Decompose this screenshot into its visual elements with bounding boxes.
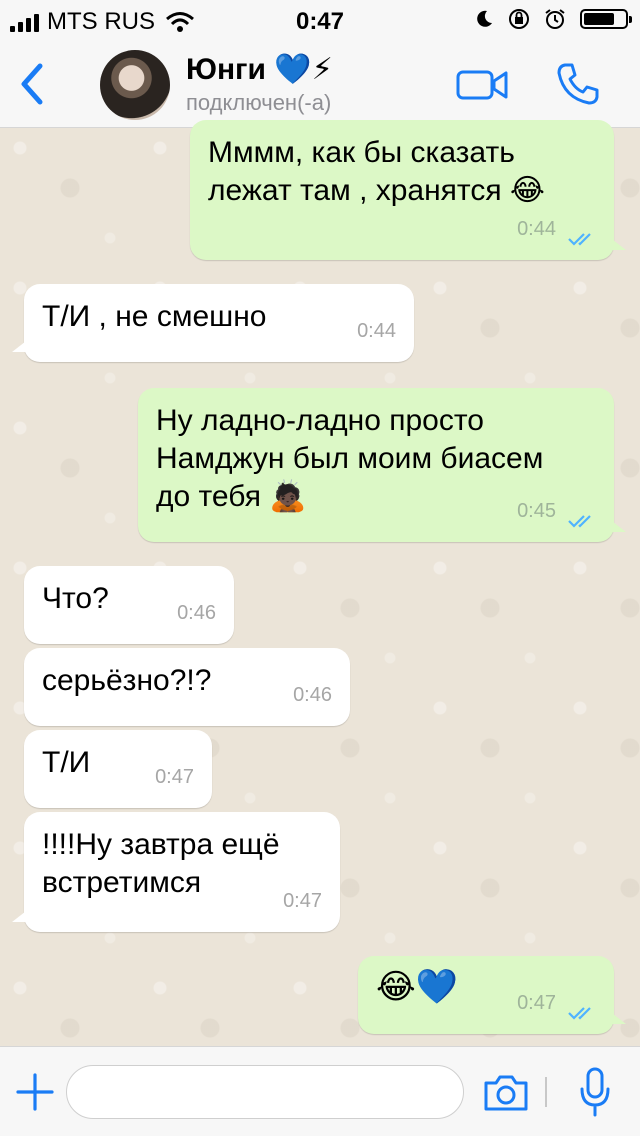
message-bubble-incoming[interactable]: Что? 0:46 xyxy=(24,566,234,644)
chat-header: Юнги 💙⚡ подключен(-а) xyxy=(0,40,640,128)
battery-icon xyxy=(580,9,632,29)
bubble-tail xyxy=(608,518,626,532)
contact-name-text: Юнги xyxy=(186,53,266,86)
message-input[interactable] xyxy=(66,1065,464,1119)
message-text-line: !!!!Ну завтра ещё xyxy=(42,828,280,861)
read-ticks-icon xyxy=(568,515,591,528)
contact-status: подключен(-а) xyxy=(186,90,332,115)
microphone-icon[interactable] xyxy=(580,1067,610,1117)
message-bubble-outgoing[interactable]: Ну ладно-ладно просто Намджун был моим б… xyxy=(138,388,626,542)
avatar[interactable] xyxy=(100,50,170,120)
message-bubble-incoming[interactable]: !!!!Ну завтра ещё встретимся 0:47 xyxy=(12,812,340,932)
bubble-tail xyxy=(608,1010,626,1024)
message-text-line: Т/И , не смешно xyxy=(42,300,267,333)
message-text-line: 😂💙 xyxy=(376,968,459,1006)
moon-icon xyxy=(477,10,492,27)
message-time: 0:47 xyxy=(517,992,556,1014)
status-bar: MTS RUS 0:47 xyxy=(0,0,640,40)
contact-name-emoji: 💙⚡ xyxy=(274,53,333,86)
phone-icon[interactable] xyxy=(556,62,600,106)
bubble-tail xyxy=(12,908,30,922)
input-divider xyxy=(545,1077,547,1107)
alarm-icon xyxy=(545,9,565,29)
input-bar xyxy=(0,1046,640,1136)
message-time: 0:44 xyxy=(517,218,556,240)
battery-level xyxy=(584,13,614,25)
message-text-line: Мммм, как бы сказать xyxy=(208,136,515,169)
video-call-icon[interactable] xyxy=(456,68,508,102)
message-text-line: серьёзно?!? xyxy=(42,664,212,697)
status-right xyxy=(474,8,632,30)
message-text-line: Ну ладно-ладно просто xyxy=(156,404,484,437)
plus-icon[interactable] xyxy=(16,1073,54,1111)
message-time: 0:46 xyxy=(177,602,216,624)
bubble-tail xyxy=(12,338,30,352)
message-time: 0:47 xyxy=(155,766,194,788)
read-ticks-icon xyxy=(568,233,591,246)
message-text-line: Намджун был моим биасем xyxy=(156,442,544,475)
message-bubble-outgoing[interactable]: 😂💙 0:47 xyxy=(358,956,626,1034)
message-text-line: встретимся xyxy=(42,866,202,899)
message-time: 0:47 xyxy=(283,890,322,912)
message-bubble-incoming[interactable]: Т/И , не смешно 0:44 xyxy=(12,284,414,362)
camera-icon[interactable] xyxy=(482,1073,530,1113)
message-bubble-incoming[interactable]: серьёзно?!? 0:46 xyxy=(24,648,350,726)
message-time: 0:46 xyxy=(293,684,332,706)
message-time: 0:44 xyxy=(357,320,396,342)
message-text-line: лежат там , хранятся 😂 xyxy=(208,174,545,207)
back-chevron-icon[interactable] xyxy=(14,60,50,108)
message-bubble-outgoing[interactable]: Мммм, как бы сказать лежат там , хранятс… xyxy=(190,120,626,260)
orientation-lock-icon xyxy=(509,9,529,29)
bubble-tail xyxy=(608,236,626,250)
message-time: 0:45 xyxy=(517,500,556,522)
message-bubble-incoming[interactable]: Т/И 0:47 xyxy=(24,730,212,808)
read-ticks-icon xyxy=(568,1007,591,1020)
contact-name[interactable]: Юнги 💙⚡ xyxy=(186,52,333,87)
